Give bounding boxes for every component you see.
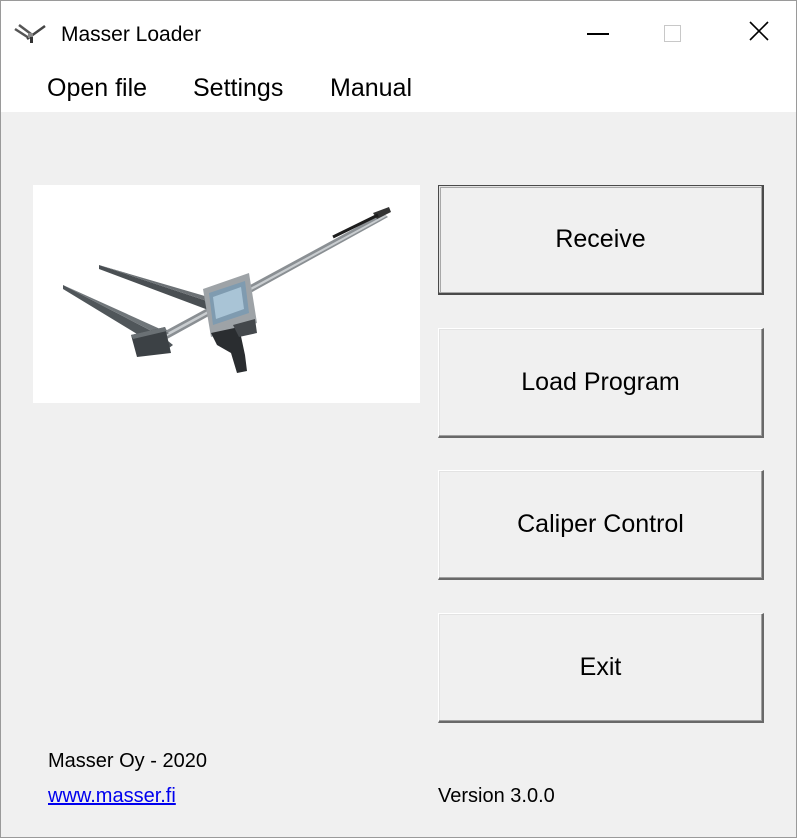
close-button[interactable] [722, 1, 796, 66]
menu-bar: Open file Settings Manual [1, 66, 796, 113]
title-bar[interactable]: Masser Loader [1, 1, 796, 66]
caliper-control-button[interactable]: Caliper Control [438, 470, 764, 580]
menu-settings[interactable]: Settings [191, 72, 285, 104]
maximize-button[interactable] [635, 1, 709, 66]
app-window: Masser Loader Open file Settings Manual [0, 0, 797, 838]
exit-button[interactable]: Exit [438, 613, 764, 723]
menu-manual[interactable]: Manual [328, 72, 414, 104]
version-label: Version 3.0.0 [438, 785, 555, 807]
menu-open-file[interactable]: Open file [45, 72, 149, 104]
window-title: Masser Loader [61, 23, 202, 46]
website-link[interactable]: www.masser.fi [48, 785, 176, 807]
caliper-icon [13, 23, 47, 45]
minimize-icon [587, 32, 609, 35]
receive-button[interactable]: Receive [438, 185, 764, 295]
maximize-icon [663, 25, 681, 42]
load-program-button[interactable]: Load Program [438, 328, 764, 438]
company-label: Masser Oy - 2020 [48, 750, 207, 772]
close-icon [748, 20, 770, 47]
minimize-button[interactable] [561, 1, 635, 66]
caliper-product-image [33, 185, 420, 403]
